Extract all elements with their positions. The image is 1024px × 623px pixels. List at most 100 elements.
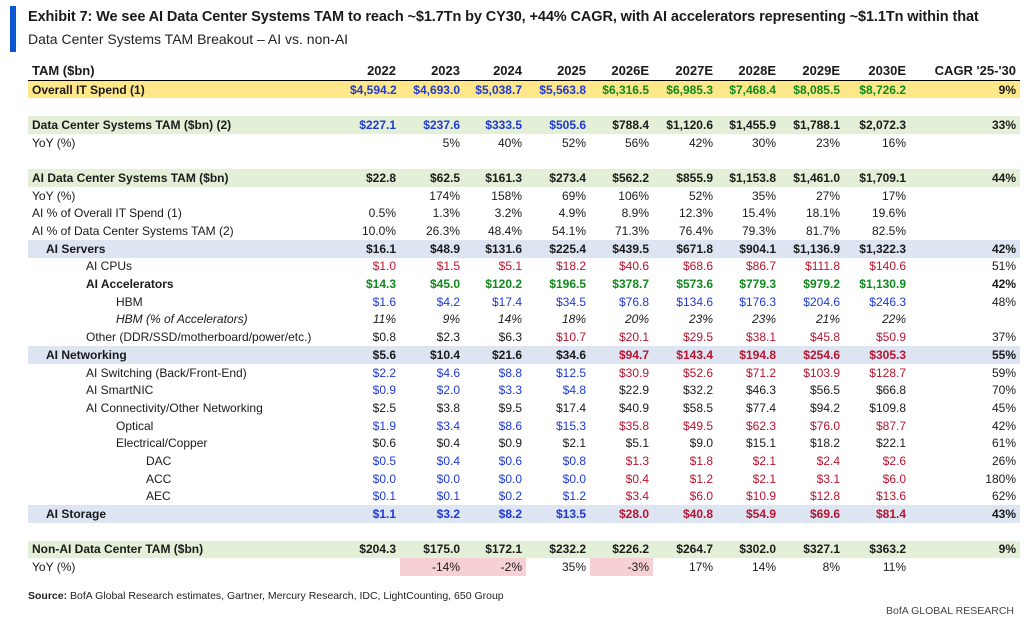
value-cell: $34.5	[555, 294, 586, 309]
value-cell: $76.8	[618, 294, 649, 309]
value-cell: 10.0%	[361, 224, 396, 239]
table-row: AI Accelerators $14.3 $45.0 $120.2 $196.5 $37…	[28, 275, 1020, 293]
table-row: YoY (%) 174% 158% 69% 106% 52% 35% 27% 17%	[28, 187, 1020, 205]
value-cell: $48.9	[400, 239, 464, 258]
value-cell: 81.7%	[805, 224, 840, 239]
value-cell: $103.9	[803, 365, 840, 380]
value-cell: $46.3	[745, 383, 776, 398]
value-cell: $8,726.2	[844, 80, 910, 99]
value-cell: $2.3	[436, 330, 460, 345]
value-cell: 54.1%	[551, 224, 586, 239]
value-cell	[346, 187, 400, 205]
value-cell: 12.3%	[678, 206, 713, 221]
value-cell: -2%	[464, 558, 526, 576]
value-cell: $35.8	[618, 418, 649, 433]
value-cell: $6,985.3	[653, 80, 717, 99]
value-cell: 69%	[561, 188, 586, 203]
value-cell: $2.2	[372, 365, 396, 380]
value-cell: $34.6	[526, 346, 590, 364]
value-cell: 35%	[561, 560, 586, 575]
value-cell: $0.8	[562, 453, 586, 468]
value-cell: $18.2	[555, 259, 586, 274]
table-row: AI Networking $5.6 $10.4 $21.6 $34.6 $94.7 $14…	[28, 346, 1020, 364]
value-cell: $788.4	[590, 116, 653, 134]
value-cell: $15.3	[555, 418, 586, 433]
value-cell: $1.3	[625, 453, 649, 468]
value-cell: $302.0	[717, 540, 780, 559]
value-cell: $69.6	[780, 505, 844, 523]
value-cell: $5,038.7	[464, 80, 526, 99]
value-cell: $52.6	[682, 365, 713, 380]
spacer-row	[28, 151, 1020, 169]
value-cell: $4.2	[436, 294, 460, 309]
cagr-cell: 44%	[910, 169, 1020, 187]
value-cell: $32.2	[682, 383, 713, 398]
value-cell: $6.3	[498, 330, 522, 345]
value-cell: $62.5	[400, 169, 464, 187]
header-year: 2028E	[717, 62, 780, 81]
header-year: 2024	[464, 62, 526, 81]
value-cell: $227.1	[346, 116, 400, 134]
value-cell: $45.8	[809, 330, 840, 345]
value-cell: $22.9	[618, 383, 649, 398]
value-cell: $273.4	[526, 169, 590, 187]
value-cell: 82.5%	[871, 224, 906, 239]
row-label: Other (DDR/SSD/motherboard/power/etc.)	[86, 330, 312, 345]
source-label: Source:	[28, 590, 68, 602]
header-label: TAM ($bn)	[28, 62, 346, 81]
value-cell: $0.4	[625, 471, 649, 486]
row-label: AI Storage	[28, 505, 346, 523]
value-cell: 3.2%	[494, 206, 522, 221]
header-year: 2029E	[780, 62, 844, 81]
value-cell: $29.5	[682, 330, 713, 345]
value-cell: $1.1	[346, 505, 400, 523]
value-cell: $671.8	[653, 239, 717, 258]
value-cell: $81.4	[844, 505, 910, 523]
value-cell: $17.4	[555, 400, 586, 415]
value-cell: 18.1%	[805, 206, 840, 221]
table-row: Electrical/Copper $0.6 $0.4 $0.9 $2.1 $5.1 $9.…	[28, 434, 1020, 452]
value-cell: $6.0	[689, 489, 713, 504]
value-cell: $1,455.9	[717, 116, 780, 134]
table-row: AI Switching (Back/Front-End) $2.2 $4.6 $8.…	[28, 364, 1020, 382]
value-cell: $22.8	[346, 169, 400, 187]
value-cell: $204.3	[346, 540, 400, 559]
exhibit-title: Exhibit 7: We see AI Data Center Systems…	[28, 9, 979, 25]
header-year: 2025	[526, 62, 590, 81]
value-cell: $86.7	[745, 259, 776, 274]
table-row: AI Data Center Systems TAM ($bn) $22.8 $62…	[28, 169, 1020, 187]
row-label: AI CPUs	[86, 259, 133, 274]
row-label: AI Data Center Systems TAM ($bn)	[28, 169, 346, 187]
value-cell: $13.5	[526, 505, 590, 523]
value-cell: 21%	[815, 312, 840, 327]
value-cell: $66.8	[875, 383, 906, 398]
value-cell: 8%	[822, 560, 840, 575]
row-label: AI % of Overall IT Spend (1)	[32, 206, 182, 221]
value-cell: $1.2	[689, 471, 713, 486]
row-label: YoY (%)	[32, 188, 76, 203]
accent-bar	[10, 6, 16, 52]
cagr-cell: 62%	[991, 489, 1016, 504]
value-cell: $2.1	[752, 453, 776, 468]
value-cell: 30%	[751, 135, 776, 150]
row-label: Overall IT Spend (1)	[28, 80, 346, 99]
value-cell: $8.2	[464, 505, 526, 523]
value-cell: 20%	[624, 312, 649, 327]
value-cell: $3.3	[498, 383, 522, 398]
value-cell: 22%	[881, 312, 906, 327]
cagr-cell: 61%	[991, 436, 1016, 451]
value-cell: $10.4	[400, 346, 464, 364]
value-cell: $40.8	[653, 505, 717, 523]
value-cell: $5.1	[498, 259, 522, 274]
value-cell: 1.3%	[432, 206, 460, 221]
value-cell: -14%	[400, 558, 464, 576]
value-cell: 14%	[751, 560, 776, 575]
header-cagr: CAGR '25-'30	[910, 62, 1020, 81]
value-cell: $54.9	[717, 505, 780, 523]
cagr-cell: 42%	[910, 239, 1020, 258]
value-cell: $12.5	[555, 365, 586, 380]
value-cell: $2.5	[372, 400, 396, 415]
table-row: AI CPUs $1.0 $1.5 $5.1 $18.2 $40.6 $68.6 $86.7 $…	[28, 258, 1020, 276]
value-cell: $109.8	[869, 400, 906, 415]
value-cell: 5%	[442, 135, 460, 150]
